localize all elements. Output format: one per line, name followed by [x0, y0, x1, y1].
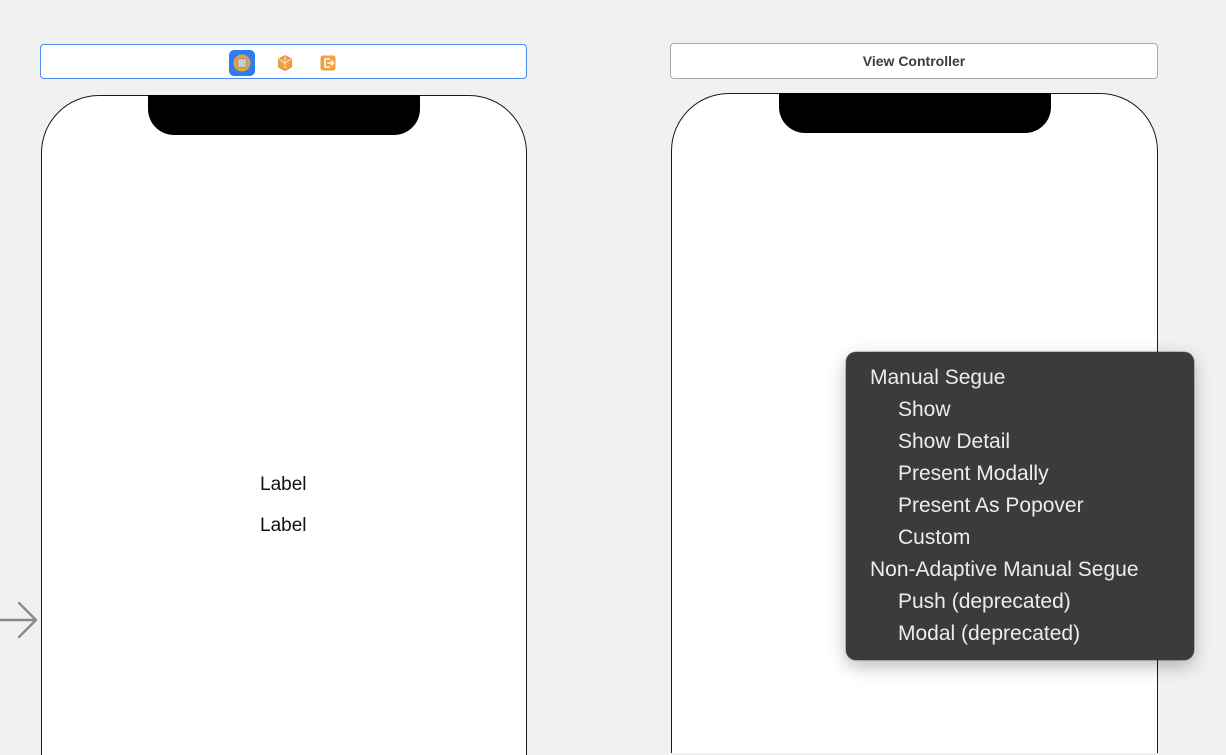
first-responder-icon[interactable]: 1	[272, 50, 298, 76]
label-1[interactable]: Label	[260, 474, 307, 496]
segue-context-menu: Manual Segue Show Show Detail Present Mo…	[846, 352, 1194, 660]
menu-item-show[interactable]: Show	[846, 394, 1194, 426]
menu-item-present-as-popover[interactable]: Present As Popover	[846, 490, 1194, 522]
device-notch	[778, 93, 1051, 133]
menu-item-present-modally[interactable]: Present Modally	[846, 458, 1194, 490]
menu-item-modal-deprecated[interactable]: Modal (deprecated)	[846, 618, 1194, 650]
scene-canvas-left[interactable]: Label Label	[41, 95, 527, 755]
menu-header-non-adaptive-manual-segue: Non-Adaptive Manual Segue	[870, 558, 1139, 581]
label-2[interactable]: Label	[260, 515, 307, 537]
exit-icon[interactable]	[315, 50, 341, 76]
svg-text:1: 1	[283, 63, 287, 70]
device-notch	[148, 95, 420, 135]
menu-item-custom[interactable]: Custom	[846, 522, 1194, 554]
view-controller-icon[interactable]	[229, 50, 255, 76]
entry-point-arrow-icon[interactable]	[0, 600, 40, 645]
menu-header-manual-segue: Manual Segue	[870, 366, 1006, 389]
scene-dock-left[interactable]: 1	[40, 44, 527, 79]
menu-item-push-deprecated[interactable]: Push (deprecated)	[846, 586, 1194, 618]
menu-item-show-detail[interactable]: Show Detail	[846, 426, 1194, 458]
scene-title-view-controller[interactable]: View Controller	[670, 43, 1158, 79]
